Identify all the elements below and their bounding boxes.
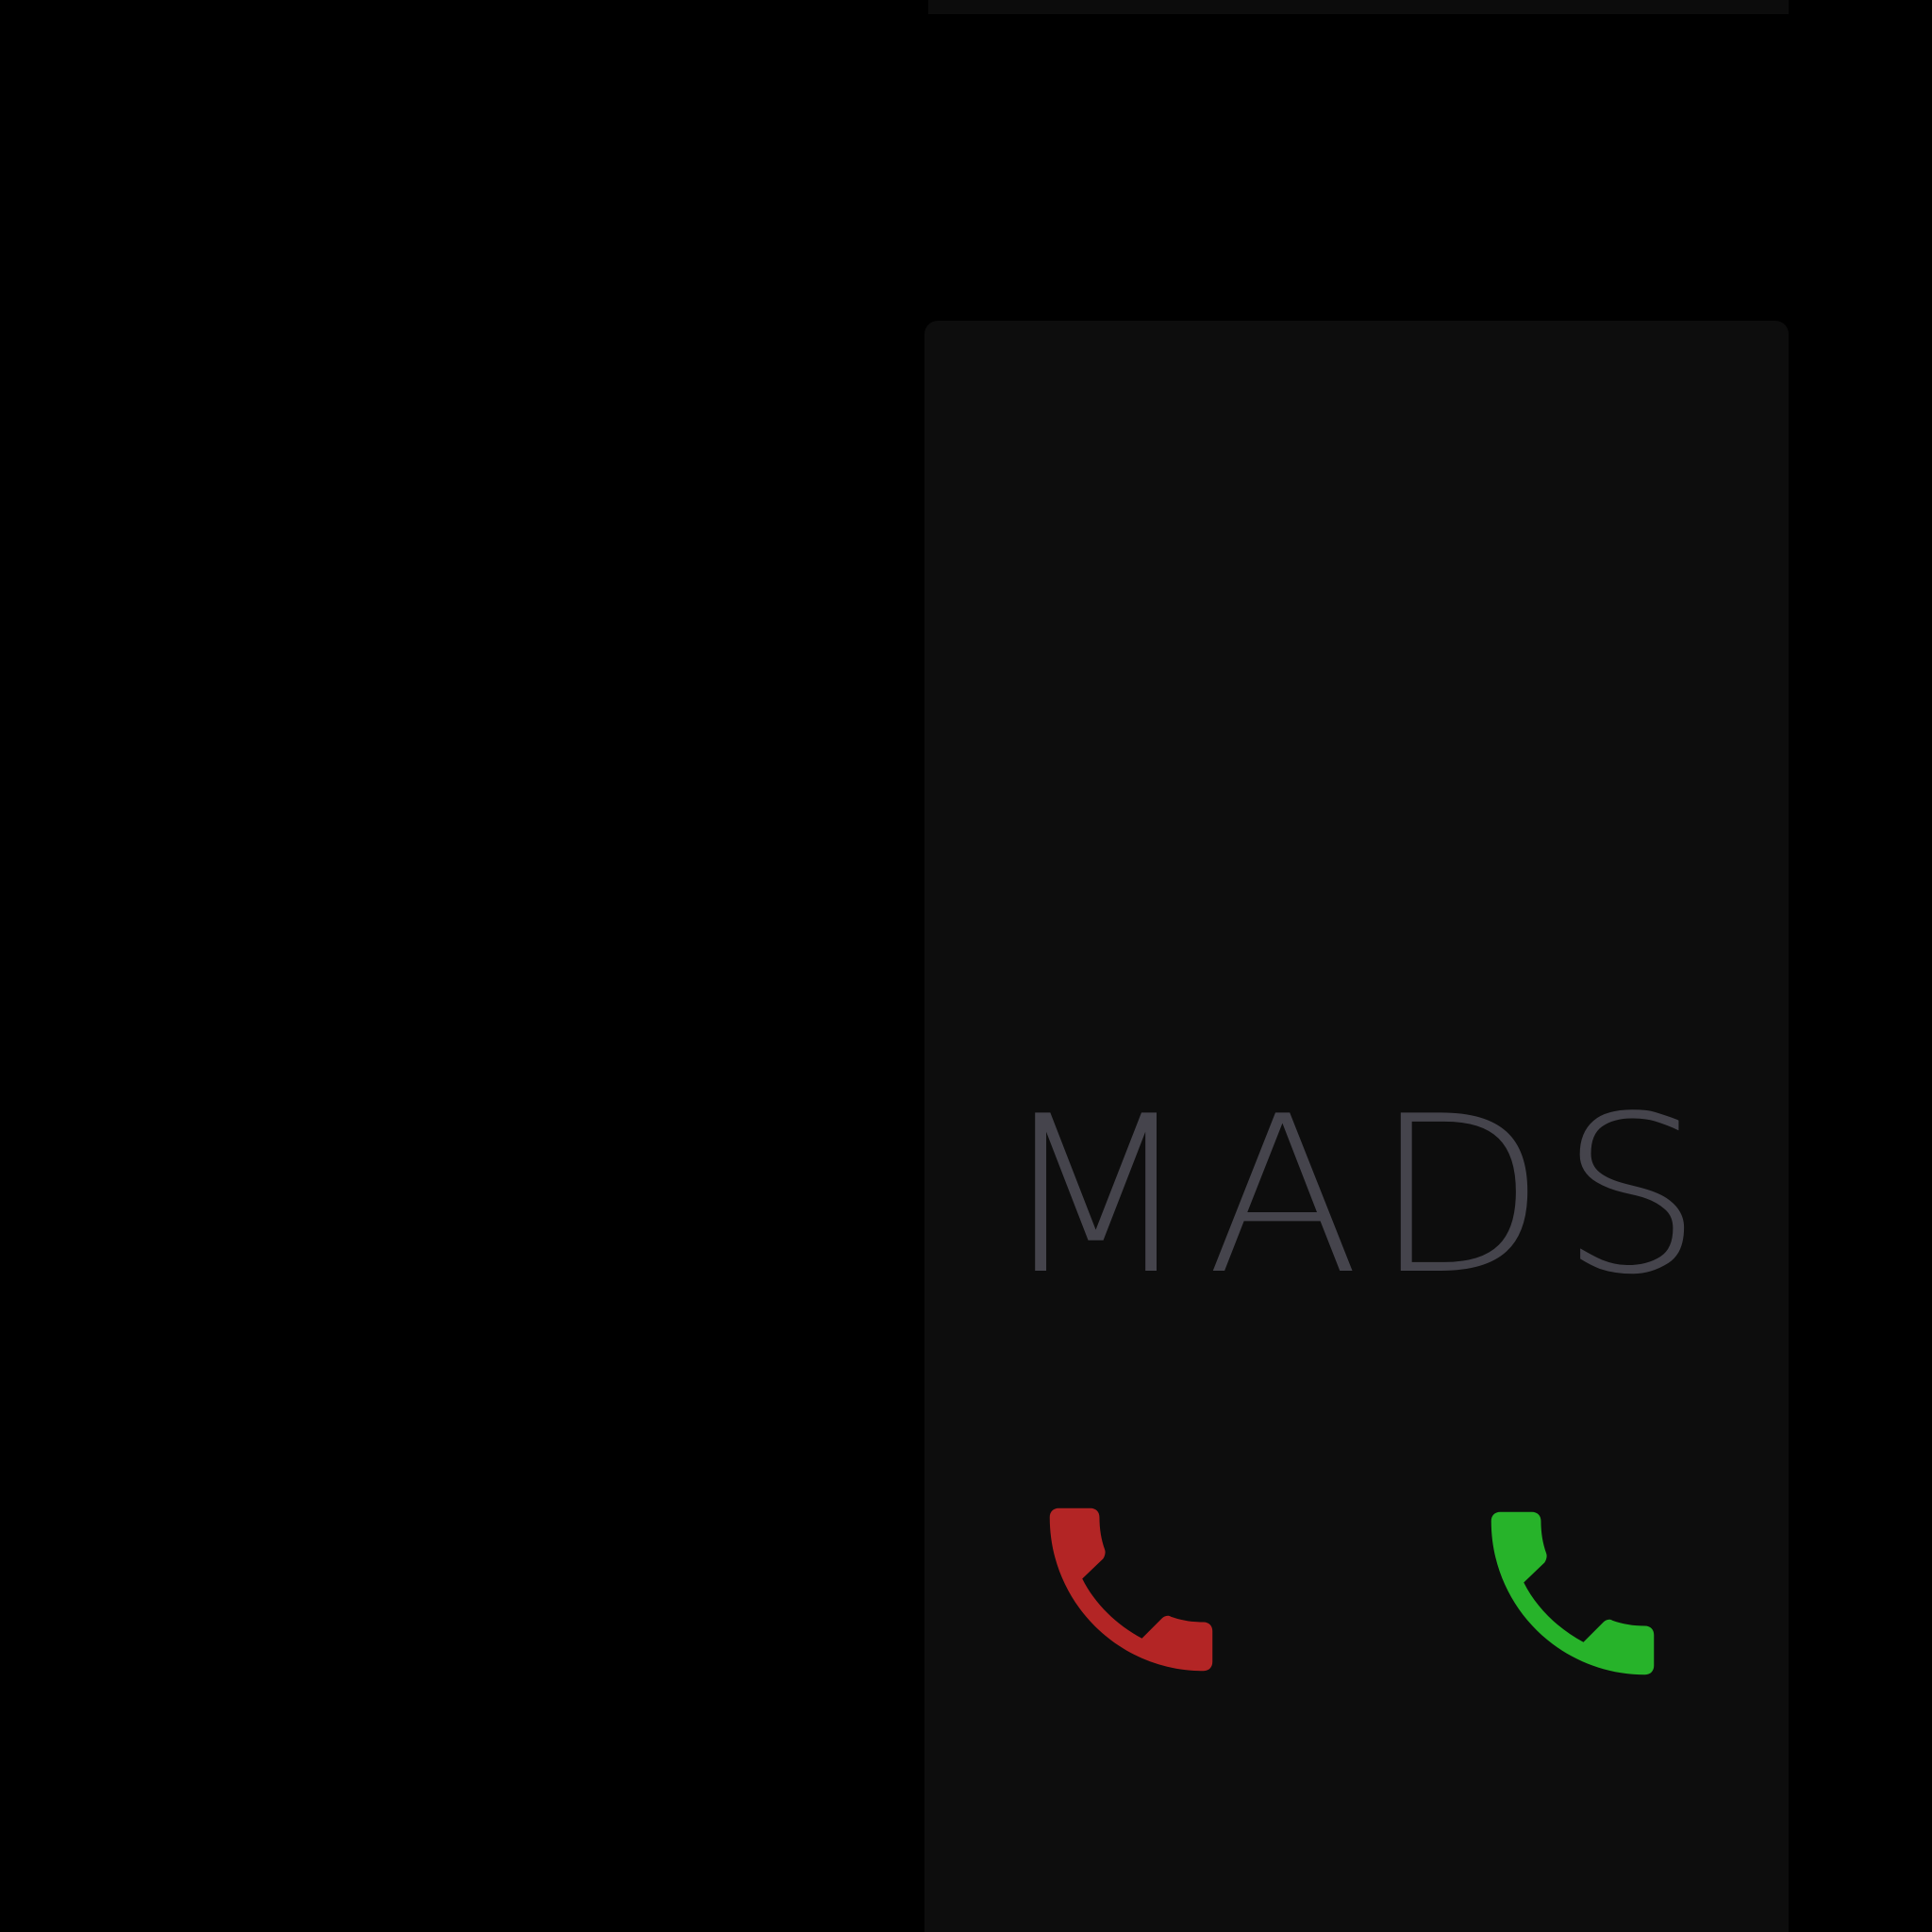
phone-decline-icon [1049, 1507, 1213, 1672]
caller-name: MADS [999, 1071, 1716, 1323]
decline-call-button[interactable] [1023, 1481, 1240, 1698]
phone-accept-icon [1491, 1511, 1655, 1675]
top-status-bar [928, 0, 1789, 14]
incoming-call-panel: MADS [924, 321, 1789, 1932]
screen: MADS [0, 0, 1932, 1932]
accept-call-button[interactable] [1464, 1485, 1681, 1702]
